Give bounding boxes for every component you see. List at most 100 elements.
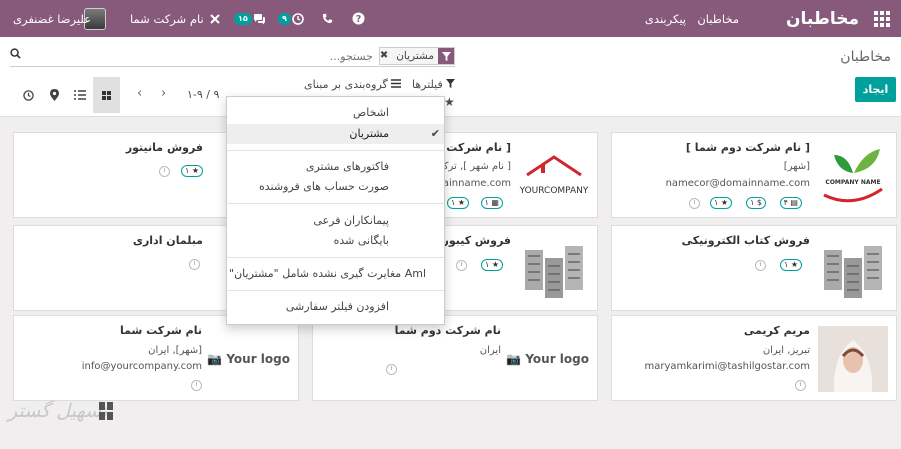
activity-clock-icon[interactable] xyxy=(755,260,766,271)
dropdown-divider xyxy=(227,150,444,151)
camera-icon: 📷 xyxy=(506,352,522,366)
facet-remove-icon[interactable]: ✖ xyxy=(379,48,393,64)
kanban-card[interactable]: COMPANY NAME [ نام شرکت دوم شما ] [شهر] … xyxy=(611,132,897,218)
filter-option-archived[interactable]: بایگانی شده xyxy=(227,231,444,251)
company-logo-leaf: COMPANY NAME xyxy=(823,149,883,203)
bars-icon xyxy=(390,78,401,91)
activity-clock-icon[interactable] xyxy=(189,259,200,270)
activity-badge: ۹ xyxy=(278,12,291,25)
app-brand[interactable]: مخاطبان xyxy=(786,0,859,37)
pager-next-button[interactable]: › xyxy=(161,86,166,101)
activity-menu[interactable]: ۹ xyxy=(278,0,304,37)
badge-value: ۴ xyxy=(783,198,788,207)
badge-value: ۱ xyxy=(713,198,719,207)
filter-option-aml[interactable]: Aml مغایرت گیری نشده شامل "مشتریان" xyxy=(227,264,444,284)
dropdown-divider xyxy=(227,290,444,291)
company-switcher[interactable]: نام شرکت شما xyxy=(130,0,204,37)
clock-icon xyxy=(292,12,304,25)
top-navbar: مخاطبان مخاطبان پیکربندی ? ۹ ۱۵ نام شرکت… xyxy=(0,0,901,37)
help-icon[interactable]: ? xyxy=(352,0,365,37)
filter-option-vendor-bills[interactable]: صورت حساب های فروشنده xyxy=(227,177,444,197)
filter-icon xyxy=(438,48,454,64)
activity-clock-icon[interactable] xyxy=(456,260,467,271)
badge-value: ۱ $ xyxy=(750,198,762,207)
groupby-button[interactable]: گروه‌بندی بر مبنای xyxy=(304,78,401,91)
search-icon[interactable] xyxy=(10,48,21,62)
activity-clock-icon[interactable] xyxy=(795,380,806,391)
svg-text:COMPANY NAME: COMPANY NAME xyxy=(825,179,880,186)
search-input[interactable] xyxy=(28,47,373,65)
filter-option-customer-invoices[interactable]: فاکتورهای مشتری xyxy=(227,157,444,177)
apps-menu-icon[interactable] xyxy=(871,0,893,37)
breadcrumb: مخاطبان xyxy=(840,49,891,65)
kanban-view-button[interactable] xyxy=(93,77,120,113)
user-name[interactable]: علیرضا غضنفری xyxy=(13,0,91,37)
card-city: ایران xyxy=(479,345,501,356)
activity-clock-icon[interactable] xyxy=(191,380,202,391)
rating-badge: ۱ ★ xyxy=(446,197,469,209)
activity-view-button[interactable] xyxy=(15,77,41,113)
card-title: [ نام شرکت دوم شما ] xyxy=(685,141,810,154)
favorites-star-icon[interactable]: ★ xyxy=(444,95,455,109)
checkmark-icon: ✔ xyxy=(430,127,440,140)
svg-text:?: ? xyxy=(356,14,361,25)
kanban-card[interactable]: فروش کتاب الکترونیکی ۱ ★ xyxy=(611,225,897,311)
add-custom-filter[interactable]: افزودن فیلتر سفارشی xyxy=(227,297,444,317)
badge-value: ۱ xyxy=(783,260,789,269)
card-city: [ نام شهر ], ترک xyxy=(439,161,511,172)
control-panel: مخاطبان مشتریان ✖ ایجاد فیلترها گروه‌بند… xyxy=(0,37,901,117)
menu-configuration[interactable]: پیکربندی xyxy=(645,0,686,37)
card-email: namecor@domainname.com xyxy=(665,178,810,189)
kanban-card[interactable]: مریم کریمی تبریز, ایران maryamkarimi@tas… xyxy=(611,315,897,401)
badge-value: ۱ xyxy=(450,198,456,207)
badge-value: ۱ xyxy=(484,198,489,207)
amount-badge: ۱ $ xyxy=(746,197,766,209)
card-title: نام شرکت شما xyxy=(119,324,202,337)
logo-text: Your logo xyxy=(226,352,290,366)
rating-badge: ۱ ★ xyxy=(779,259,802,271)
map-marker-icon xyxy=(49,89,59,101)
map-view-button[interactable] xyxy=(41,77,67,113)
filter-option-customers[interactable]: ✔ مشتریان xyxy=(227,124,444,144)
camera-icon: 📷 xyxy=(207,352,223,366)
card-email: maryamkarimi@tashilgostar.com xyxy=(644,361,810,372)
activity-clock-icon[interactable] xyxy=(159,166,170,177)
kanban-grid-icon xyxy=(102,90,111,100)
activity-clock-icon[interactable] xyxy=(386,364,397,375)
groupby-label: گروه‌بندی بر مبنای xyxy=(304,78,388,91)
filters-button[interactable]: فیلترها xyxy=(412,78,455,91)
filter-option-individuals[interactable]: اشخاص xyxy=(227,103,444,123)
card-email: info@yourcompany.com xyxy=(81,361,202,372)
phone-icon[interactable] xyxy=(322,0,333,37)
create-button[interactable]: ایجاد xyxy=(855,77,896,102)
filters-dropdown: اشخاص ✔ مشتریان فاکتورهای مشتری صورت حساب… xyxy=(226,96,445,325)
filter-label: پیمانکاران فرعی xyxy=(313,214,389,227)
filter-funnel-icon xyxy=(445,78,455,91)
messaging-menu[interactable]: ۱۵ xyxy=(234,0,266,37)
pager-prev-button[interactable]: ‹ xyxy=(137,86,142,101)
list-view-button[interactable] xyxy=(67,77,93,113)
chat-icon xyxy=(253,13,265,24)
filter-label: صورت حساب های فروشنده xyxy=(259,180,389,193)
activity-clock-icon[interactable] xyxy=(689,198,700,209)
watermark-text: تسهیل گستر xyxy=(8,400,108,422)
card-city: [شهر] xyxy=(783,161,810,172)
activity-clock-icon xyxy=(22,89,34,101)
filter-label: اشخاص xyxy=(352,106,389,119)
calendar-badge: ۱ ▦ xyxy=(480,197,503,209)
watermark-logo xyxy=(99,402,113,420)
invoice-count-badge: ۴ ▤ xyxy=(779,197,802,209)
card-email: ainname.com xyxy=(442,178,511,189)
menu-contacts[interactable]: مخاطبان xyxy=(697,0,739,37)
tools-icon[interactable] xyxy=(209,0,221,37)
filter-label: مشتریان xyxy=(349,127,389,140)
dropdown-divider xyxy=(227,203,444,204)
kanban-card[interactable]: 📷 Your logo نام شرکت دوم شما ایران xyxy=(312,315,598,401)
kanban-card[interactable]: 📷 Your logo نام شرکت شما [شهر], ایران in… xyxy=(13,315,299,401)
card-title: نام شرکت دوم شما xyxy=(394,324,501,337)
pager-value[interactable]: ۱-۹ / ۹ xyxy=(187,88,219,101)
filters-label: فیلترها xyxy=(412,78,443,91)
filter-option-subcontractors[interactable]: پیمانکاران فرعی xyxy=(227,211,444,231)
filter-label: فاکتورهای مشتری xyxy=(305,160,389,173)
rating-badge: ۱ ★ xyxy=(480,259,503,271)
